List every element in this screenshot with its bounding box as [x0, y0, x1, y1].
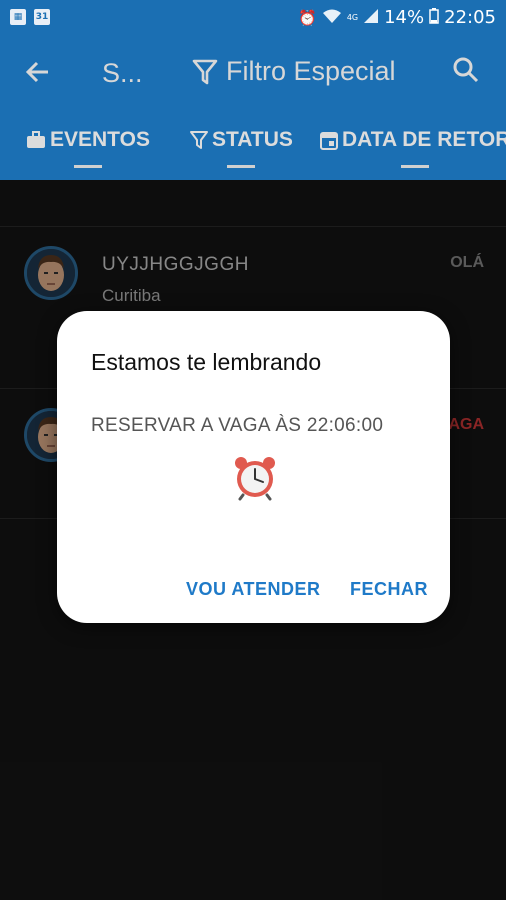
tab-eventos-label: EVENTOS — [50, 128, 150, 151]
briefcase-icon — [27, 131, 45, 148]
tab-status[interactable]: STATUS — [190, 128, 293, 168]
signal-icon — [363, 8, 379, 28]
filter-icon — [192, 59, 218, 84]
app-bar: S... Filtro Especial EVENTOS STATUS DATA… — [0, 36, 506, 180]
notification-icons: ▦ 31 — [10, 9, 50, 25]
tab-bar: EVENTOS STATUS DATA DE RETOR — [0, 128, 506, 180]
battery-percent: 14% — [384, 7, 425, 28]
vou-atender-button[interactable]: VOU ATENDER — [186, 579, 321, 600]
app-title: S... — [102, 58, 143, 88]
alarm-icon: ⏰ — [298, 8, 317, 27]
alarm-clock-icon — [231, 453, 279, 501]
network-type: 4G — [346, 13, 359, 22]
status-bar: ▦ 31 ⏰ 4G 14% 22:05 — [0, 0, 506, 36]
tab-indicator — [73, 165, 102, 168]
tab-indicator — [401, 165, 430, 168]
reminder-dialog: Estamos te lembrando RESERVAR A VAGA ÀS … — [57, 311, 450, 623]
tab-status-label: STATUS — [212, 128, 293, 151]
filter-label: Filtro Especial — [226, 56, 396, 86]
filter-button[interactable]: Filtro Especial — [192, 56, 396, 87]
system-icons: ⏰ 4G 14% 22:05 — [298, 7, 496, 28]
tab-indicator — [227, 165, 256, 168]
back-arrow-icon[interactable] — [24, 58, 52, 94]
tab-eventos[interactable]: EVENTOS — [26, 128, 150, 168]
app-notification-icon: ▦ — [10, 9, 26, 25]
calendar-icon — [320, 132, 338, 150]
dialog-message: RESERVAR A VAGA ÀS 22:06:00 — [91, 415, 384, 436]
battery-icon — [429, 7, 439, 28]
calendar-notification-icon: 31 — [34, 9, 50, 25]
filter-icon — [190, 131, 208, 149]
wifi-icon — [322, 8, 342, 28]
tab-data-label: DATA DE RETOR — [342, 128, 506, 151]
tab-data-de-retorno[interactable]: DATA DE RETOR — [320, 128, 506, 168]
search-icon[interactable] — [452, 56, 480, 91]
fechar-button[interactable]: FECHAR — [350, 579, 428, 600]
dialog-title: Estamos te lembrando — [91, 349, 322, 375]
clock-time: 22:05 — [444, 7, 496, 28]
